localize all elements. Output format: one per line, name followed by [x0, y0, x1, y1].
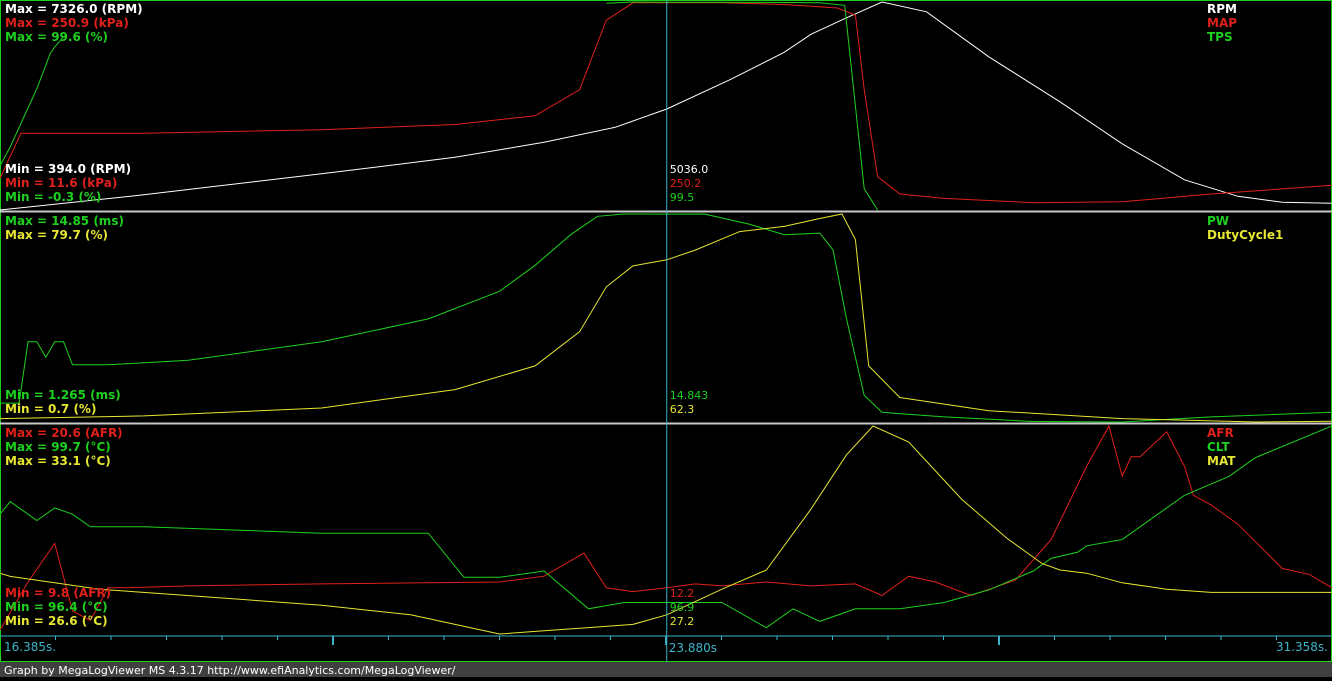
rpm-series-name: RPM	[1207, 2, 1237, 16]
afr-cursor-value: 12.2	[670, 587, 695, 600]
pw-cursor-value: 14.843	[670, 389, 709, 402]
tps-min-label: Min = -0.3 (%)	[5, 190, 101, 204]
rpm-min-label: Min = 394.0 (RPM)	[5, 162, 131, 176]
clt-cursor-value: 96.9	[670, 601, 695, 614]
pw-min-label: Min = 1.265 (ms)	[5, 388, 121, 402]
dutycycle1-min-label: Min = 0.7 (%)	[5, 402, 96, 416]
megalogviewer-graph[interactable]: Max = 7326.0 (RPM) RPM Min = 394.0 (RPM) Ma…	[0, 0, 1332, 677]
pw-max-label: Max = 14.85 (ms)	[5, 214, 124, 228]
footer-credit: Graph by MegaLogViewer MS 4.3.17 http://…	[4, 664, 456, 677]
map-cursor-value: 250.2	[670, 177, 702, 190]
dutycycle1-max-label: Max = 79.7 (%)	[5, 228, 108, 242]
mat-min-label: Min = 26.6 (°C)	[5, 614, 108, 628]
afr-max-label: Max = 20.6 (AFR)	[5, 426, 123, 440]
map-max-label: Max = 250.9 (kPa)	[5, 16, 129, 30]
pw-series-name: PW	[1207, 214, 1229, 228]
mat-cursor-value: 27.2	[670, 615, 695, 628]
dutycycle1-cursor-value: 62.3	[670, 403, 695, 416]
afr-min-label: Min = 9.8 (AFR)	[5, 586, 111, 600]
clt-series-name: CLT	[1207, 440, 1230, 454]
afr-series-name: AFR	[1207, 426, 1234, 440]
dutycycle1-series-name: DutyCycle1	[1207, 228, 1283, 242]
tps-max-label: Max = 99.6 (%)	[5, 30, 108, 44]
map-min-label: Min = 11.6 (kPa)	[5, 176, 117, 190]
timeline-cursor-label: 23.880s	[669, 641, 717, 655]
tps-cursor-value: 99.5	[670, 191, 695, 204]
chart-canvas[interactable]: Max = 7326.0 (RPM) RPM Min = 394.0 (RPM) Ma…	[0, 0, 1332, 677]
tps-series-name: TPS	[1207, 30, 1233, 44]
mat-max-label: Max = 33.1 (°C)	[5, 454, 111, 468]
clt-min-label: Min = 96.4 (°C)	[5, 600, 108, 614]
map-series-name: MAP	[1207, 16, 1237, 30]
timeline-end-label: 31.358s.	[1276, 640, 1328, 654]
rpm-cursor-value: 5036.0	[670, 163, 709, 176]
timeline-start-label: 16.385s.	[4, 640, 56, 654]
clt-max-label: Max = 99.7 (°C)	[5, 440, 111, 454]
rpm-max-label: Max = 7326.0 (RPM)	[5, 2, 143, 16]
mat-series-name: MAT	[1207, 454, 1236, 468]
